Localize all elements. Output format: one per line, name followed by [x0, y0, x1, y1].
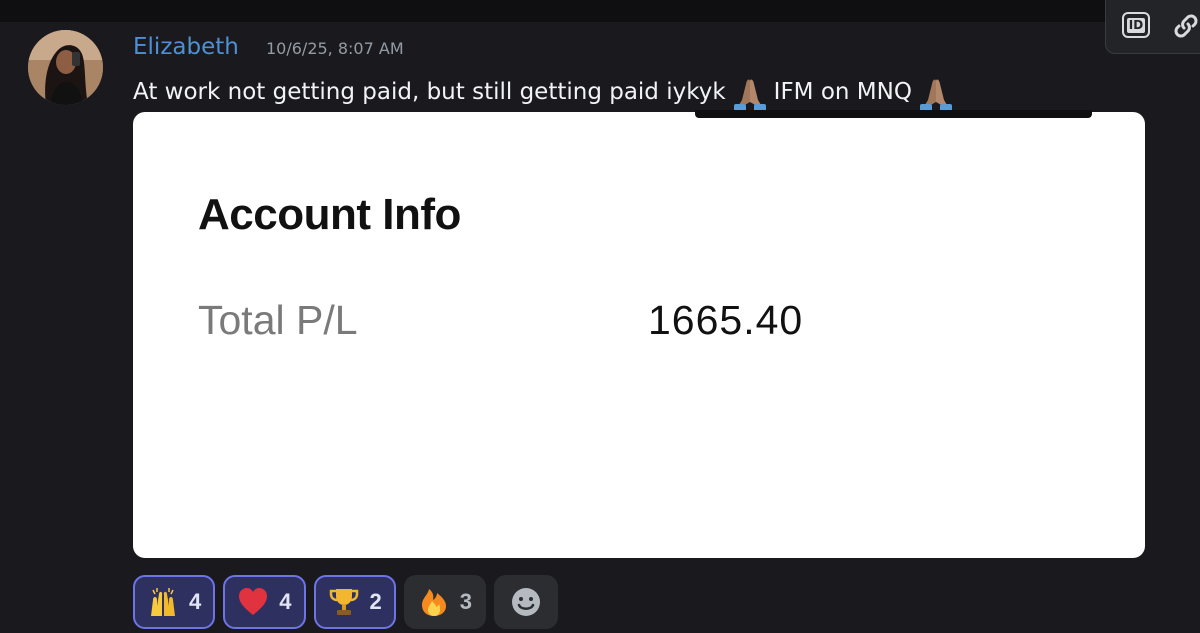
- avatar[interactable]: [28, 30, 103, 105]
- id-icon[interactable]: ID: [1122, 12, 1150, 38]
- embed-overlay-bar: [695, 110, 1092, 118]
- top-bar: [0, 0, 1200, 22]
- folded-hands-icon: [919, 79, 952, 112]
- reaction-red-heart[interactable]: 4: [223, 575, 306, 629]
- reaction-count: 4: [189, 589, 202, 614]
- image-embed[interactable]: Account Info Total P/L 1665.40: [133, 112, 1145, 558]
- username[interactable]: Elizabeth: [133, 33, 239, 61]
- reaction-count: 2: [369, 589, 382, 614]
- message-hover-toolbar: ID: [1105, 0, 1200, 54]
- smiley-icon: [512, 588, 540, 616]
- message-text-part2: IFM on MNQ: [773, 79, 912, 105]
- raising-hands-icon: [151, 588, 175, 616]
- message-text: At work not getting paid, but still gett…: [133, 72, 960, 112]
- reaction-raising-hands[interactable]: 4: [133, 575, 216, 629]
- red-heart-icon: [239, 588, 268, 615]
- fire-icon: [421, 589, 446, 616]
- timestamp: 10/6/25, 8:07 AM: [266, 39, 404, 58]
- folded-hands-icon: [733, 79, 766, 112]
- message-text-part1: At work not getting paid, but still gett…: [133, 79, 726, 105]
- embed-title: Account Info: [198, 190, 461, 239]
- reaction-trophy[interactable]: 2: [313, 575, 396, 629]
- trophy-icon: [329, 589, 358, 615]
- reaction-fire[interactable]: 3: [403, 575, 486, 629]
- add-reaction-button[interactable]: [494, 575, 558, 629]
- reaction-count: 3: [459, 589, 472, 614]
- total-pl-label: Total P/L: [198, 297, 358, 343]
- total-pl-value: 1665.40: [648, 297, 804, 343]
- reaction-count: 4: [279, 589, 292, 614]
- reactions-bar: 4 4 2 3: [133, 575, 558, 629]
- link-icon[interactable]: [1170, 10, 1200, 42]
